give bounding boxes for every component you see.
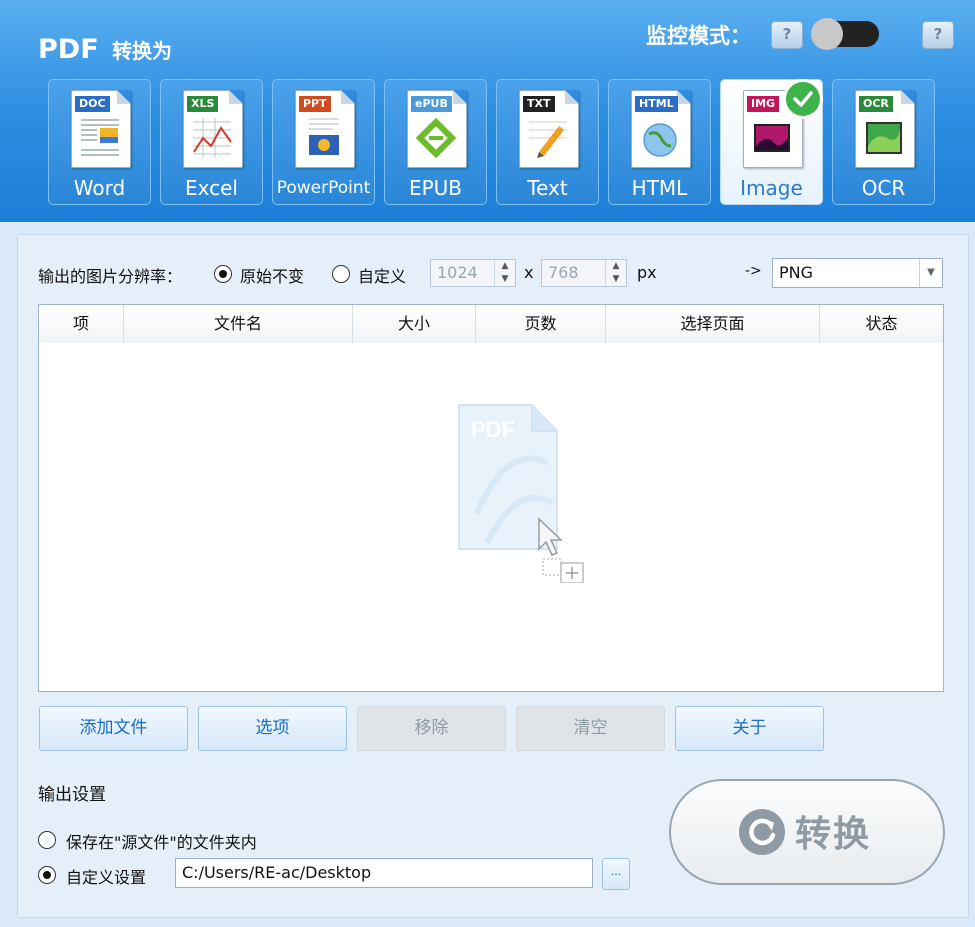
custom-output-label[interactable]: 自定义设置 [66,864,146,888]
toggle-knob [811,18,843,50]
excel-doc-icon: XLS [183,90,243,168]
tab-powerpoint[interactable]: PPT PowerPoint [272,79,375,205]
column-header-select-pages[interactable]: 选择页面 [606,305,820,343]
app-subtitle: 转换为 [112,39,173,63]
format-tag: OCR [859,96,893,112]
resolution-width-value: 1024 [437,263,478,282]
output-settings-label: 输出设置 [38,785,106,805]
format-tag: DOC [75,96,110,112]
tab-excel[interactable]: XLS Excel [160,79,263,205]
tab-label: HTML [631,176,688,200]
table-header: 项 文件名 大小 页数 选择页面 状态 [39,305,943,343]
tab-label: OCR [861,176,906,200]
resolution-original-radio[interactable] [214,265,232,283]
convert-button[interactable]: 转换 [669,779,945,885]
tab-word[interactable]: DOC Word [48,79,151,205]
format-header: PDF 转换为 监控模式： ? ? DOC Word XLS Excel PPT… [0,0,975,222]
options-button[interactable]: 选项 [198,706,347,751]
resolution-height-stepper[interactable]: 768 ▲ ▼ [541,259,627,287]
format-tag: HTML [635,96,678,112]
tab-epub[interactable]: ePUB EPUB [384,79,487,205]
column-header-size[interactable]: 大小 [353,305,476,343]
refresh-icon [739,809,785,855]
image-format-select[interactable]: PNG ▼ [772,258,943,288]
column-header-filename[interactable]: 文件名 [124,305,353,343]
chevron-down-icon[interactable]: ▼ [919,259,942,287]
tab-label: PowerPoint [276,178,371,198]
resolution-label: 输出的图片分辨率： [38,267,183,286]
image-format-value: PNG [779,263,814,282]
tab-ocr[interactable]: OCR OCR [832,79,935,205]
format-arrow: -> [745,263,762,279]
resolution-x-separator: x [524,263,534,282]
format-tag: ePUB [411,96,452,112]
tab-label: EPUB [408,176,463,200]
format-tag: TXT [523,96,555,112]
format-tag: XLS [187,96,219,112]
help-icon[interactable]: ? [922,21,954,49]
powerpoint-doc-icon: PPT [295,90,355,168]
text-doc-icon: TXT [519,90,579,168]
output-path-input[interactable]: C:/Users/RE-ac/Desktop [175,858,593,888]
save-in-source-radio[interactable] [38,831,56,849]
html-doc-icon: HTML [631,90,691,168]
column-header-pages[interactable]: 页数 [476,305,606,343]
app-name: PDF [38,34,99,65]
resolution-height-value: 768 [548,263,579,282]
browse-button[interactable]: ... [602,858,630,890]
add-files-button[interactable]: 添加文件 [39,706,188,751]
custom-output-radio[interactable] [38,866,56,884]
about-button[interactable]: 关于 [675,706,824,751]
tab-label: Image [740,176,803,200]
resolution-unit: px [637,263,657,282]
clear-button[interactable]: 清空 [516,706,665,751]
convert-label: 转换 [795,814,872,855]
resolution-width-stepper[interactable]: 1024 ▲ ▼ [430,259,516,287]
selected-check-icon [783,79,823,119]
resolution-custom-radio[interactable] [332,265,350,283]
file-table[interactable]: 项 文件名 大小 页数 选择页面 状态 PDF [38,304,944,692]
width-stepper-arrows[interactable]: ▲ ▼ [494,260,515,286]
word-doc-icon: DOC [71,90,131,168]
monitor-mode-toggle[interactable] [811,18,879,50]
height-stepper-arrows[interactable]: ▲ ▼ [605,260,626,286]
format-tag: IMG [747,96,780,112]
resolution-custom-label[interactable]: 自定义 [358,263,406,287]
column-header-index[interactable]: 项 [39,305,124,343]
drop-pdf-hint-icon: PDF [458,404,584,583]
remove-button[interactable]: 移除 [357,706,506,751]
ocr-doc-icon: OCR [855,90,915,168]
tab-image[interactable]: IMG Image [720,79,823,205]
tab-label: Word [73,176,126,200]
monitor-help-icon[interactable]: ? [771,21,803,49]
tab-text[interactable]: TXT Text [496,79,599,205]
tab-label: Excel [185,176,238,200]
app-title: PDF 转换为 [38,34,172,65]
format-tag: PPT [299,96,331,112]
monitor-mode-label: 监控模式： [646,24,751,48]
tab-html[interactable]: HTML HTML [608,79,711,205]
resolution-original-label[interactable]: 原始不变 [240,263,304,287]
drop-pdf-tag: PDF [471,417,515,442]
column-header-status[interactable]: 状态 [820,305,943,343]
tab-label: Text [527,176,568,200]
save-in-source-label[interactable]: 保存在"源文件"的文件夹内 [66,829,257,853]
epub-doc-icon: ePUB [407,90,467,168]
